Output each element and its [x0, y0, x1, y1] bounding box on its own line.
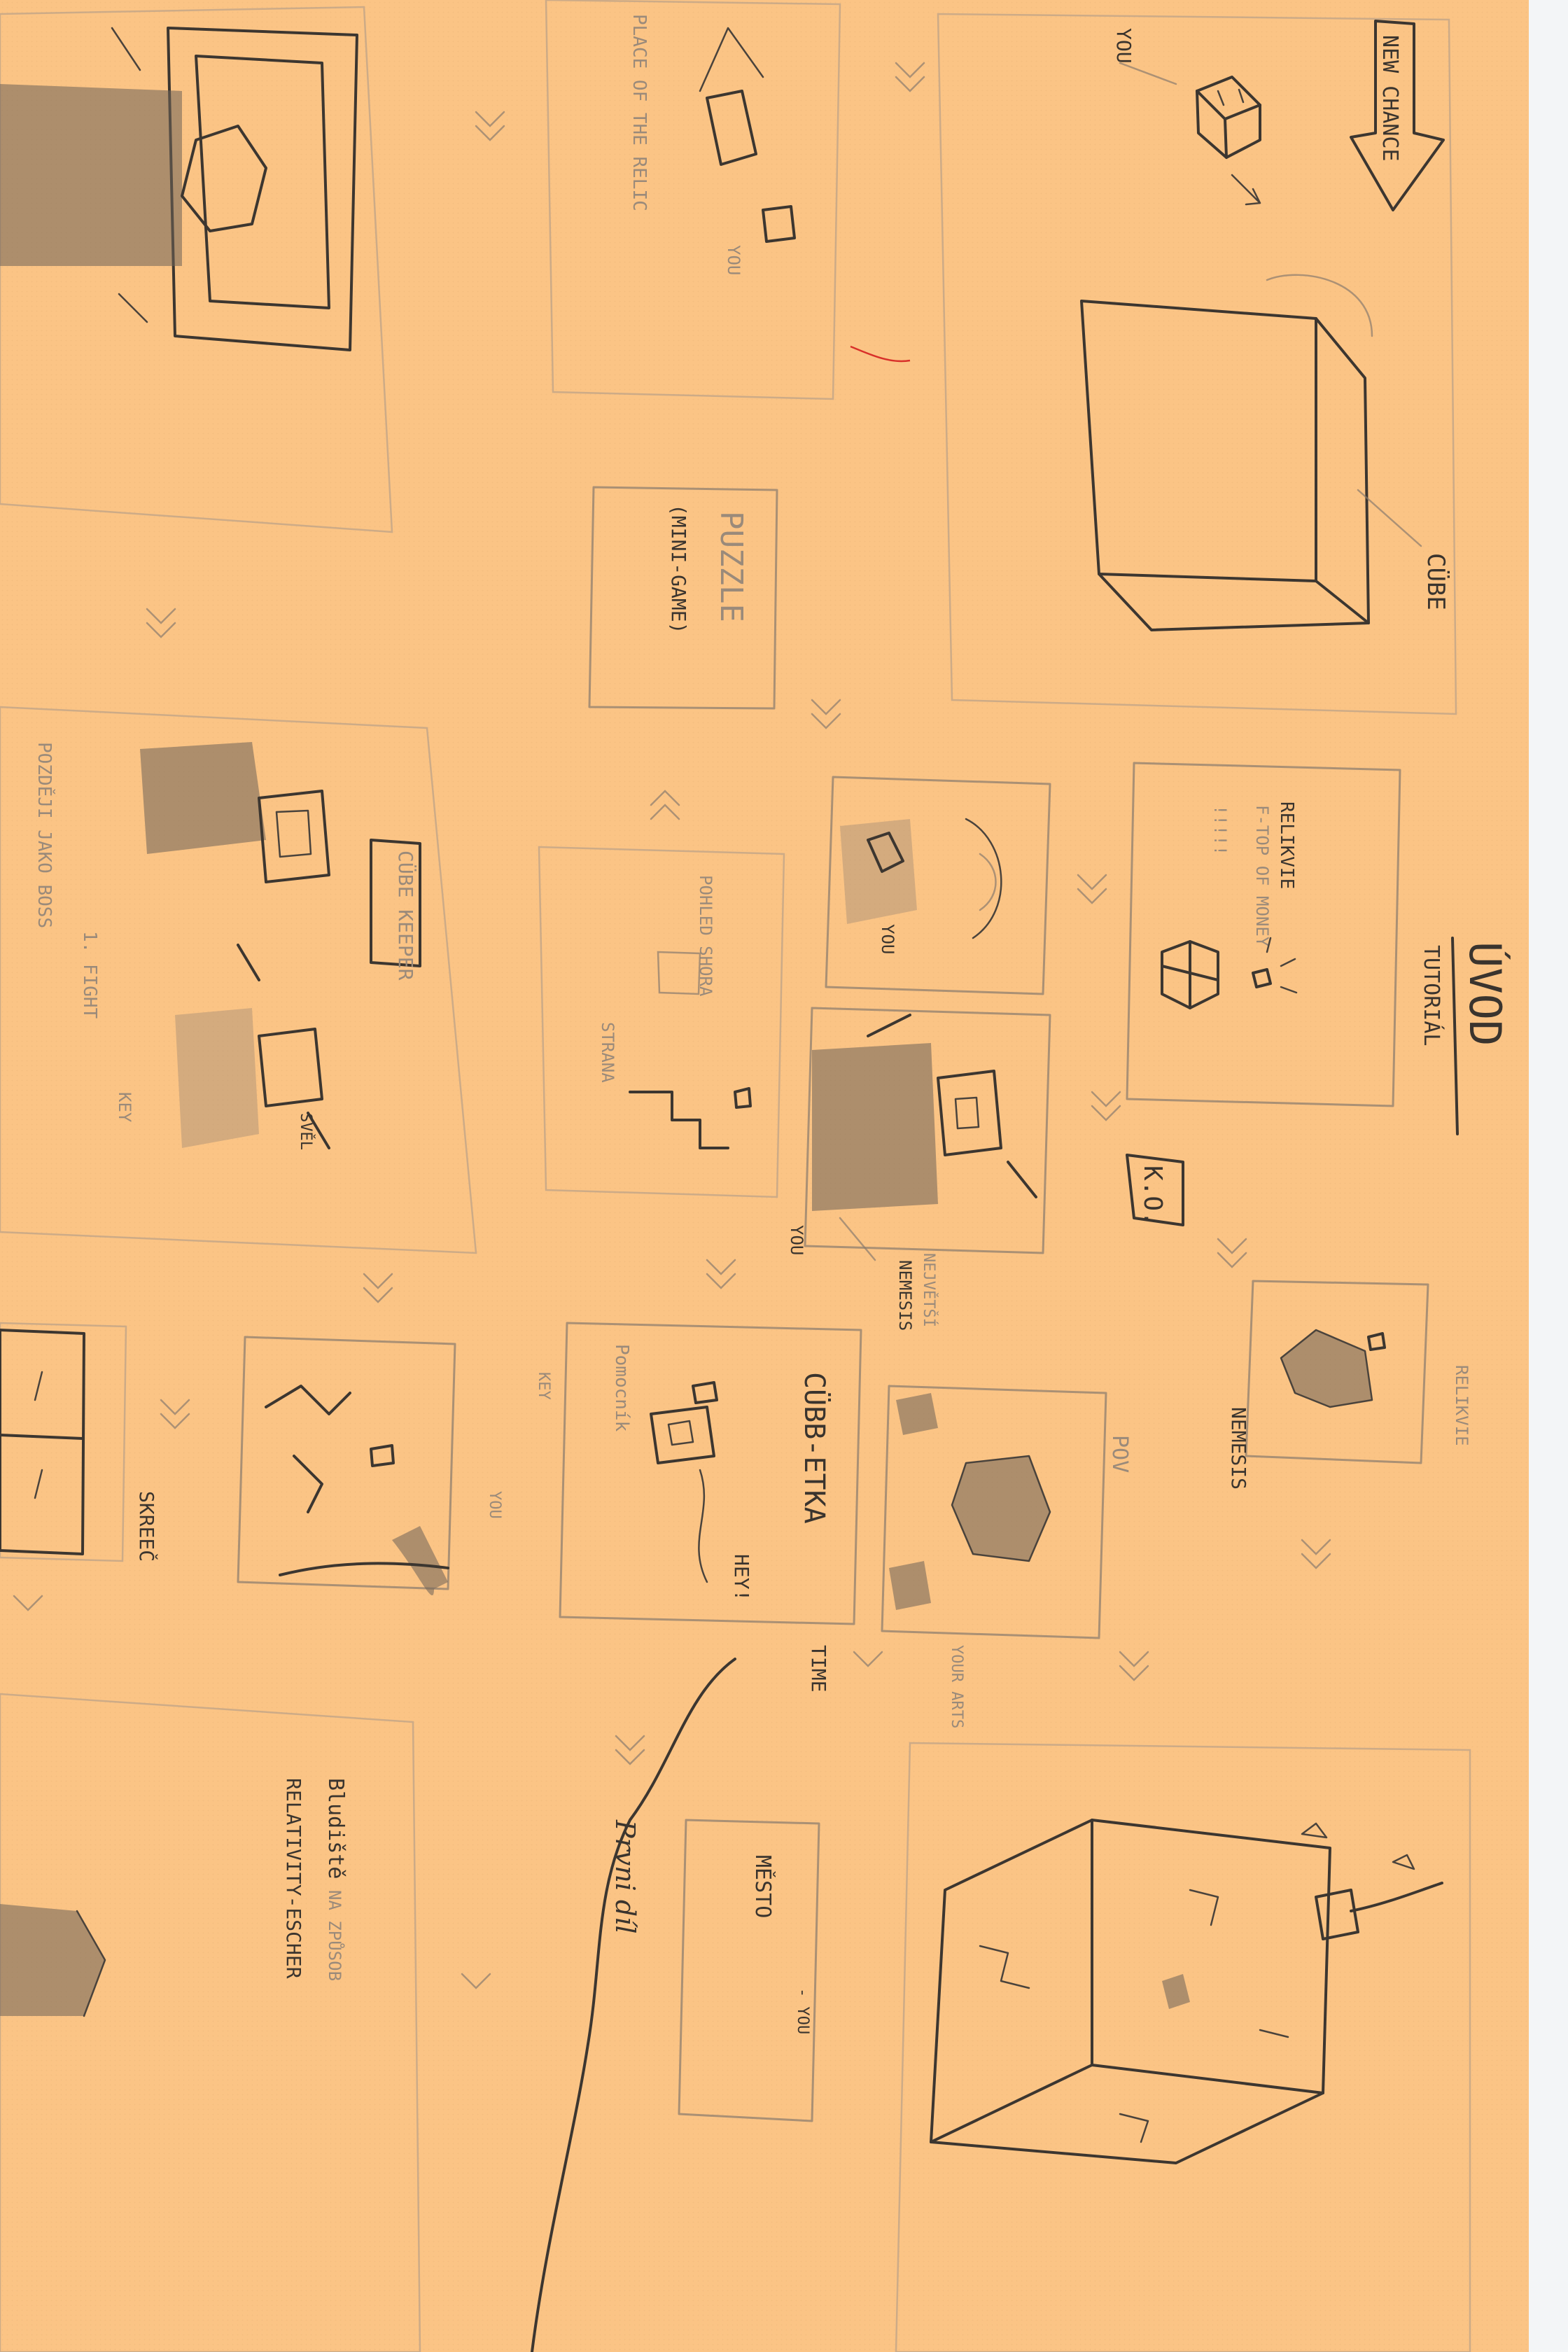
scan-edge	[1529, 0, 1568, 2352]
cubbetka-label: CÜBB-ETKA	[798, 1372, 832, 1524]
key-label-map: KEY	[535, 1372, 552, 1400]
panel-world-cube	[895, 1742, 1471, 2352]
pov-content: POV YOUR ARTS	[889, 1393, 1132, 1728]
side-view-content: POHLED SHORA STRANA	[598, 875, 752, 1149]
place-of-relic-content: PLACE OF THE RELIC YOU	[629, 14, 796, 275]
nemesis-panel-content: NEMESIS RELIKVIE	[1227, 1329, 1471, 1490]
key-map-content: KEY YOU	[265, 1372, 552, 1596]
panel-screen	[0, 1322, 127, 1562]
prvni-dil-label: Prvni díl	[610, 1819, 640, 1934]
you-label-relic: YOU	[724, 245, 743, 275]
strana-label: STRANA	[598, 1022, 617, 1083]
cube-keeper-label: CÜBE KEEPER	[394, 850, 418, 981]
your-arts-label: YOUR ARTS	[948, 1645, 965, 1728]
key-label-keeper: KEY	[115, 1092, 134, 1123]
panel-place-of-relic	[545, 0, 841, 400]
chapter-title: ÚVOD TUTORIÁL	[1419, 937, 1511, 1135]
puzzle-label: PUZZLE	[713, 511, 749, 622]
world-cube-drawing	[930, 1819, 1443, 2164]
cubbetka-content: CÜBB-ETKA Pomocník HEY!	[611, 1344, 832, 1601]
mini-game-label: (MINI-GAME)	[667, 504, 690, 634]
mesto-label: MĚSTO	[750, 1855, 776, 1918]
relikvie-label: RELIKVIE	[1276, 802, 1297, 889]
big-cube-drawing: CÜBE	[1080, 274, 1450, 631]
na-zpusob-label: NA ZPŮSOB	[325, 1890, 346, 1981]
keeper-top-sketch	[0, 27, 358, 351]
panel-maze	[0, 1693, 421, 2352]
place-of-relic-label: PLACE OF THE RELIC	[629, 14, 650, 211]
pov-label: POV	[1107, 1435, 1132, 1473]
panel-keeper-top	[0, 6, 393, 533]
panel-side-view	[538, 846, 785, 1198]
ko-panel-content: YOU NEMESIS NEJVĚTŠÍ K.O.	[787, 1014, 1184, 1331]
later-boss-label: POZDĚJI JAKO BOSS	[34, 742, 56, 928]
exclaims-label: !!!!!	[1210, 805, 1230, 855]
you-label-tree: YOU	[878, 924, 897, 954]
time-label: TIME	[807, 1645, 830, 1692]
nemesis-label: NEMESIS	[1227, 1407, 1250, 1490]
uvod-heading: ÚVOD	[1460, 941, 1511, 1046]
svel-label: SVĚL	[297, 1113, 315, 1150]
nemesis-label-ko: NEMESIS	[895, 1260, 915, 1331]
cube-keeper-content: CÜBE KEEPER KEY SVĚL 1. FIGHT POZDĚJI JA…	[34, 742, 421, 1150]
hey-label: HEY!	[730, 1554, 753, 1601]
you-dash-label: - YOU	[794, 1988, 811, 2034]
relikvie-label-2: RELIKVIE	[1452, 1365, 1471, 1446]
you-label-map: YOU	[486, 1491, 503, 1519]
f-top-label: F-TOP OF MONEY	[1252, 805, 1272, 947]
new-chance-sign: NEW CHANCE	[1350, 20, 1445, 211]
nejvetsi-label: NEJVĚTŠÍ	[920, 1253, 938, 1327]
screen-content: SKREEČ	[0, 1329, 159, 1562]
panel-mesto	[678, 1819, 820, 2122]
you-label-top: YOU	[1112, 28, 1135, 64]
panel-outlines	[0, 0, 1471, 2352]
relativity-escher-label: RELATIVITY-ESCHER	[282, 1778, 305, 1979]
cube-label: CÜBE	[1422, 553, 1450, 610]
tutorial-subheading: TUTORIÁL	[1419, 945, 1444, 1046]
new-chance-label: NEW CHANCE	[1378, 35, 1402, 162]
pomocnik-label: Pomocník	[611, 1344, 632, 1432]
storyboard-sketch: NEW CHANCE YOU CÜBE ÚVOD TUTORIÁL RELIKV…	[0, 0, 1511, 2352]
first-fight-label: 1. FIGHT	[79, 931, 100, 1019]
screen-label: SKREEČ	[135, 1491, 159, 1562]
bludiste-label: Bludiště	[323, 1778, 348, 1879]
storyboard-page: NEW CHANCE YOU CÜBE ÚVOD TUTORIÁL RELIKV…	[0, 0, 1568, 2352]
red-pen-mark	[850, 345, 911, 363]
player-sprite-top: YOU	[1112, 28, 1261, 206]
relikvie-panel-content: RELIKVIE F-TOP OF MONEY !!!!!	[1161, 802, 1298, 1009]
puzzle-panel-content: PUZZLE (MINI-GAME)	[667, 504, 749, 634]
ko-label: K.O.	[1138, 1166, 1167, 1226]
you-label-ko: YOU	[787, 1225, 806, 1255]
maze-content: Bludiště NA ZPŮSOB RELATIVITY-ESCHER	[0, 1778, 348, 2017]
tree-fight-content: YOU	[840, 818, 1002, 954]
